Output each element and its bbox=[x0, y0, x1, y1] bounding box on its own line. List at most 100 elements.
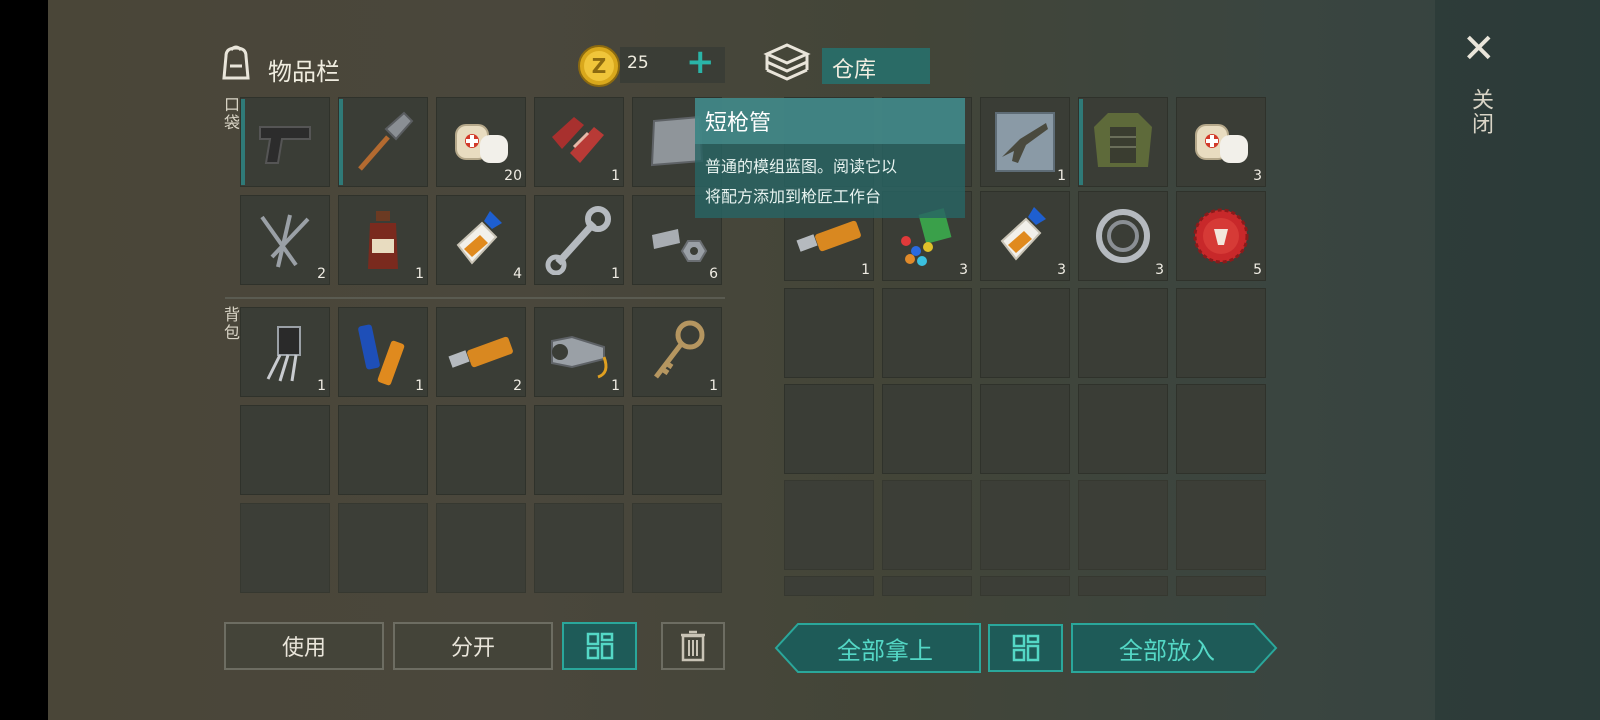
durability-bar bbox=[339, 99, 343, 185]
split-button[interactable]: 分开 bbox=[393, 622, 553, 670]
item-count: 6 bbox=[709, 266, 718, 282]
meat-icon bbox=[552, 117, 604, 163]
pocket-label: 口袋 bbox=[221, 96, 240, 132]
backpack-slot-empty[interactable] bbox=[338, 405, 428, 495]
item-count: 20 bbox=[504, 168, 522, 184]
item-count: 1 bbox=[611, 168, 620, 184]
flashlight-icon bbox=[551, 335, 608, 379]
tooltip-description: 普通的模组蓝图。阅读它以 将配方添加到枪匠工作台 bbox=[695, 144, 965, 220]
storage-slot-armored-jacket[interactable] bbox=[1078, 97, 1168, 187]
pocket-slot-raw-meat[interactable]: 1 bbox=[534, 97, 624, 187]
pocket-slot-pistol[interactable] bbox=[240, 97, 330, 187]
pocket-slot-glue[interactable]: 4 bbox=[436, 195, 526, 285]
storage-slot-empty[interactable] bbox=[882, 384, 972, 474]
storage-slot-rifle-blueprint[interactable]: 1 bbox=[980, 97, 1070, 187]
trash-icon bbox=[681, 630, 705, 662]
bottle-icon bbox=[368, 211, 398, 269]
backpack-slot-key[interactable]: 1 bbox=[632, 307, 722, 397]
storage-slot-bottle-cap[interactable]: 5 bbox=[1176, 191, 1266, 281]
put-all-button[interactable]: 全部放入 bbox=[1070, 622, 1278, 674]
pocket-slot-wrench[interactable]: 1 bbox=[534, 195, 624, 285]
backpack-slot-usb-drive[interactable]: 2 bbox=[436, 307, 526, 397]
sort-inventory-button[interactable] bbox=[562, 622, 637, 670]
bearing-icon bbox=[1096, 209, 1150, 263]
item-count: 1 bbox=[415, 378, 424, 394]
sort-storage-button[interactable] bbox=[988, 624, 1063, 672]
storage-slot-empty[interactable] bbox=[1078, 288, 1168, 378]
item-tooltip: 短枪管 普通的模组蓝图。阅读它以 将配方添加到枪匠工作台 bbox=[695, 98, 965, 218]
storage-slot-bearing[interactable]: 3 bbox=[1078, 191, 1168, 281]
section-divider bbox=[225, 297, 725, 299]
bandage-icon bbox=[455, 124, 508, 163]
item-count: 2 bbox=[513, 378, 522, 394]
storage-icon bbox=[762, 40, 812, 88]
storage-slot-glue[interactable]: 3 bbox=[980, 191, 1070, 281]
shovel-icon bbox=[358, 111, 414, 171]
grid-sort-icon bbox=[586, 632, 613, 660]
item-count: 1 bbox=[317, 378, 326, 394]
item-count: 1 bbox=[861, 262, 870, 278]
close-button[interactable]: ✕ bbox=[1462, 26, 1496, 72]
pocket-slot-shovel[interactable] bbox=[338, 97, 428, 187]
storage-slot-locked bbox=[1078, 480, 1168, 570]
item-count: 1 bbox=[709, 378, 718, 394]
backpack-slot-locked bbox=[240, 503, 330, 593]
tooltip-desc-line2: 将配方添加到枪匠工作台 bbox=[705, 187, 882, 206]
storage-slot-empty[interactable] bbox=[980, 384, 1070, 474]
storage-slot-empty[interactable] bbox=[1176, 384, 1266, 474]
storage-slot-empty[interactable] bbox=[882, 288, 972, 378]
item-count: 3 bbox=[1155, 262, 1164, 278]
storage-slot-locked bbox=[784, 576, 874, 596]
backpack-slot-flashlight[interactable]: 1 bbox=[534, 307, 624, 397]
inventory-title: 物品栏 bbox=[268, 58, 340, 86]
backpack-slot-locked bbox=[436, 503, 526, 593]
backpack-slot-batteries[interactable]: 1 bbox=[338, 307, 428, 397]
storage-slot-empty[interactable] bbox=[1176, 288, 1266, 378]
usb-drive-icon bbox=[448, 336, 513, 368]
backpack-slot-empty[interactable] bbox=[240, 405, 330, 495]
put-all-label: 全部放入 bbox=[1119, 636, 1215, 665]
coin-icon: Z bbox=[577, 44, 621, 88]
item-count: 2 bbox=[317, 266, 326, 282]
grid-sort-icon bbox=[1012, 634, 1039, 662]
item-count: 3 bbox=[959, 262, 968, 278]
add-coins-button[interactable]: + bbox=[686, 42, 715, 82]
storage-slot-locked bbox=[1176, 480, 1266, 570]
storage-slot-locked bbox=[980, 576, 1070, 596]
blueprint-icon bbox=[995, 112, 1055, 172]
jacket-icon bbox=[1094, 113, 1152, 167]
storage-slot-empty[interactable] bbox=[784, 384, 874, 474]
backpack-slot-empty[interactable] bbox=[534, 405, 624, 495]
close-label[interactable]: 关闭 bbox=[1464, 88, 1496, 136]
item-count: 1 bbox=[1057, 168, 1066, 184]
storage-slot-locked bbox=[882, 576, 972, 596]
pocket-slot-bottle[interactable]: 1 bbox=[338, 195, 428, 285]
storage-slot-bandage[interactable]: 3 bbox=[1176, 97, 1266, 187]
coin-count: 25 bbox=[627, 53, 649, 73]
durability-bar bbox=[1079, 99, 1083, 185]
glue-icon bbox=[456, 211, 502, 265]
storage-slot-empty[interactable] bbox=[1078, 384, 1168, 474]
trash-button[interactable] bbox=[661, 622, 725, 670]
storage-slot-locked bbox=[1078, 576, 1168, 596]
backpack-slot-transistor[interactable]: 1 bbox=[240, 307, 330, 397]
storage-title: 仓库 bbox=[832, 58, 877, 83]
pocket-slot-nails[interactable]: 2 bbox=[240, 195, 330, 285]
pistol-icon bbox=[259, 126, 311, 164]
use-button[interactable]: 使用 bbox=[224, 622, 384, 670]
svg-text:Z: Z bbox=[592, 54, 607, 78]
item-count: 5 bbox=[1253, 262, 1262, 278]
wrench-icon bbox=[545, 206, 611, 275]
right-sidebar bbox=[1435, 0, 1600, 720]
transistor-icon bbox=[266, 326, 301, 382]
backpack-slot-empty[interactable] bbox=[436, 405, 526, 495]
storage-slot-empty[interactable] bbox=[980, 288, 1070, 378]
backpack-slot-empty[interactable] bbox=[632, 405, 722, 495]
storage-slot-empty[interactable] bbox=[784, 288, 874, 378]
pocket-slot-bandage[interactable]: 20 bbox=[436, 97, 526, 187]
backpack-slot-locked bbox=[632, 503, 722, 593]
storage-slot-locked bbox=[1176, 576, 1266, 596]
take-all-button[interactable]: 全部拿上 bbox=[774, 622, 982, 674]
storage-slot-locked bbox=[980, 480, 1070, 570]
tooltip-title: 短枪管 bbox=[695, 98, 965, 144]
